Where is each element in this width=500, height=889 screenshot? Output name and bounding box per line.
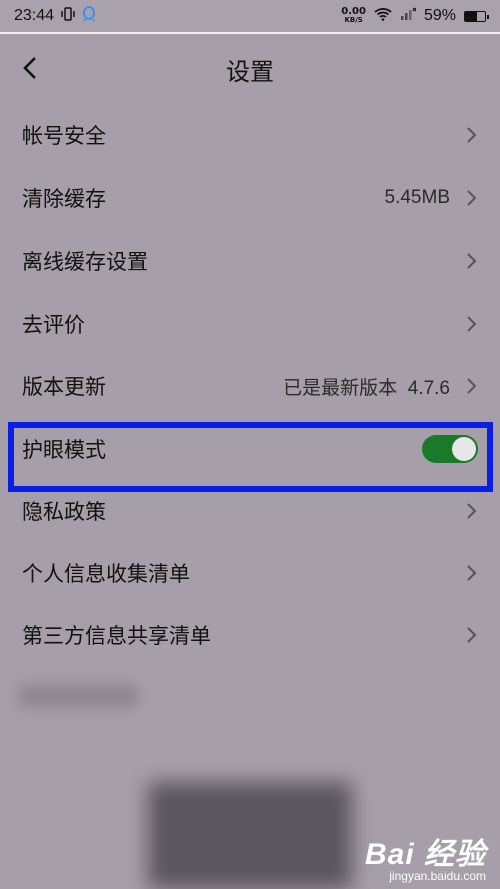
watermark-brand: Bai 经验 (364, 838, 486, 871)
chevron-right-icon (467, 190, 477, 206)
page-title: 设置 (226, 57, 274, 86)
chevron-right-icon (467, 627, 477, 643)
chevron-right-icon (467, 127, 477, 143)
version-status-value: 已是最新版本 4.7.6 (283, 377, 450, 399)
watermark-site: jingyan.baidu.com (389, 869, 486, 883)
settings-item-rate[interactable]: 去评价 (0, 293, 500, 355)
settings-item-label: 离线缓存设置 (22, 250, 148, 274)
network-speed: 0.00 KB/S (341, 6, 366, 25)
battery-icon (464, 10, 489, 22)
cache-size-value: 5.45MB (384, 187, 450, 208)
qq-icon (82, 6, 96, 26)
settings-item-label: 去评价 (22, 313, 85, 337)
settings-item-version-update[interactable]: 版本更新 已是最新版本 4.7.6 (0, 355, 500, 417)
header: 设置 (0, 36, 500, 102)
blurred-item (18, 684, 138, 708)
settings-item-account-security[interactable]: 帐号安全 (0, 104, 500, 166)
settings-item-offline-cache[interactable]: 离线缓存设置 (0, 230, 500, 292)
vibrate-icon (60, 7, 76, 25)
blurred-qr-code (148, 782, 352, 889)
wifi-icon (374, 7, 392, 25)
settings-item-label: 清除缓存 (22, 187, 106, 211)
chevron-right-icon (467, 253, 477, 269)
status-bar: 23:44 0.00 KB/S 59% (0, 0, 500, 34)
settings-item-personal-info-list[interactable]: 个人信息收集清单 (0, 542, 500, 604)
settings-item-label: 隐私政策 (22, 500, 106, 524)
watermark: Bai 经验 jingyan.baidu.com (365, 829, 486, 883)
settings-item-third-party-sharing[interactable]: 第三方信息共享清单 (0, 604, 500, 666)
settings-item-label: 帐号安全 (22, 124, 106, 148)
settings-item-label: 版本更新 (22, 375, 106, 399)
signal-icon (400, 7, 417, 25)
chevron-left-icon (23, 57, 36, 79)
back-button[interactable] (16, 54, 44, 82)
settings-item-privacy-policy[interactable]: 隐私政策 (0, 480, 500, 542)
settings-item-label: 个人信息收集清单 (22, 562, 190, 586)
clock: 23:44 (14, 7, 55, 24)
chevron-right-icon (467, 565, 477, 581)
chevron-right-icon (467, 316, 477, 332)
chevron-right-icon (467, 378, 477, 394)
settings-item-label: 第三方信息共享清单 (22, 624, 211, 648)
chevron-right-icon (467, 503, 477, 519)
battery-percent: 59% (423, 7, 456, 24)
settings-item-clear-cache[interactable]: 清除缓存 5.45MB (0, 167, 500, 229)
